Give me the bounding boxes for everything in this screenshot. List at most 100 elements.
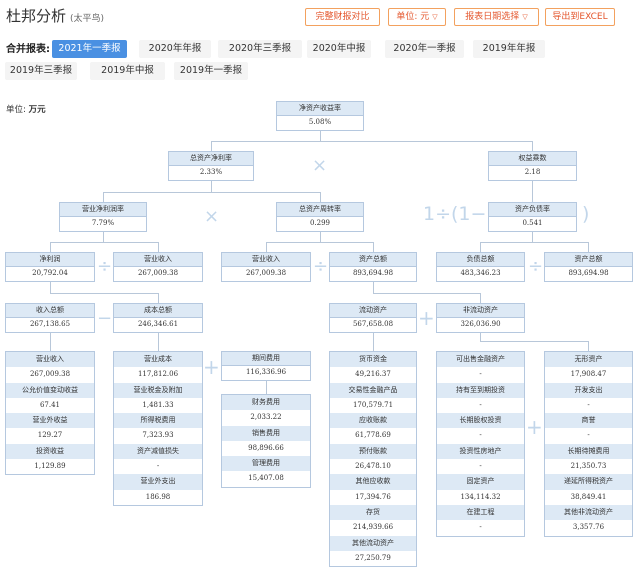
detail-value: -	[587, 431, 590, 440]
export-excel-button[interactable]: 导出到EXCEL	[545, 8, 615, 26]
formula-suffix-icon: )	[582, 203, 590, 225]
net-margin-box: 营业净利润率 7.79%	[59, 202, 147, 232]
detail-label: 其他非流动资产	[545, 504, 632, 521]
detail-label: 资产减值损失	[114, 443, 202, 460]
detail-value: 267,009.38	[29, 370, 71, 379]
detail-value: 7,323.93	[142, 431, 174, 440]
connector-line	[158, 293, 159, 303]
connector-line	[320, 192, 321, 202]
page-title: 杜邦分析 (太平鸟)	[6, 7, 105, 25]
connector-line	[50, 282, 51, 293]
detail-label: 固定资产	[437, 474, 524, 490]
debt-ratio-box: 资产负债率 0.541	[488, 202, 577, 232]
divide-operator-icon: ÷	[528, 256, 544, 277]
detail-label: 财务费用	[222, 395, 310, 411]
detail-label: 长期股权投资	[437, 413, 524, 429]
detail-label: 商誉	[545, 413, 632, 429]
period-expense-box: 期间费用 116,336.96	[221, 351, 311, 381]
connector-line	[211, 141, 533, 142]
connector-line	[480, 242, 481, 252]
period-tab[interactable]: 2019年一季报	[174, 62, 248, 80]
connector-line	[103, 232, 104, 242]
detail-label: 预付账款	[330, 443, 416, 460]
period-tab[interactable]: 2019年中报	[90, 62, 165, 80]
detail-value: 15,407.08	[248, 474, 284, 483]
roa-box: 总资产净利率 2.33%	[168, 151, 254, 181]
multiply-operator-icon: ×	[312, 155, 328, 176]
noncurrent-assets-box: 非流动资产 326,036.90	[436, 303, 525, 333]
detail-value: 117,812.06	[137, 370, 179, 379]
minus-operator-icon: −	[97, 308, 113, 329]
connector-line	[480, 242, 588, 243]
connector-line	[103, 192, 320, 193]
connector-line	[158, 242, 159, 252]
connector-line	[480, 341, 588, 342]
period-tab[interactable]: 2020年年报	[139, 40, 211, 58]
connector-line	[532, 181, 533, 202]
current-assets-detail-list: 货币资金 49,216.37 交易性金融产品 170,579.71 应收账款 61,778…	[329, 351, 417, 568]
chevron-down-icon: ▽	[522, 13, 528, 21]
net-profit-box: 净利润 20,792.04	[5, 252, 95, 282]
detail-value: -	[156, 462, 160, 471]
detail-label: 无形资产	[545, 352, 632, 368]
plus-operator-icon: +	[526, 415, 543, 439]
full-report-compare-button[interactable]: 完整财报对比	[305, 8, 380, 26]
current-assets-box: 流动资产 567,658.08	[329, 303, 417, 333]
period-tab[interactable]: 2020年一季报	[385, 40, 464, 58]
detail-value: 38,849.41	[570, 492, 607, 501]
detail-value: 170,579.71	[352, 400, 394, 409]
plus-operator-icon: +	[203, 355, 220, 379]
detail-value: 134,114.32	[460, 492, 501, 501]
connector-line	[373, 333, 374, 351]
divide-operator-icon: ÷	[97, 256, 113, 277]
report-date-select[interactable]: 报表日期选择 ▽	[454, 8, 539, 26]
detail-value: 98,896.66	[248, 443, 284, 452]
detail-label: 存货	[330, 504, 416, 521]
period-tab[interactable]: 2020年中报	[307, 40, 371, 58]
detail-value: 3,357.76	[572, 523, 605, 532]
detail-label: 投资收益	[6, 443, 94, 460]
chevron-down-icon: ▽	[432, 13, 438, 21]
detail-label: 递延所得税资产	[545, 474, 632, 490]
connector-line	[588, 341, 589, 351]
detail-value: 67.41	[39, 400, 61, 409]
connector-line	[480, 293, 481, 303]
connector-line	[211, 141, 212, 151]
detail-value: 27,250.79	[355, 553, 391, 562]
total-cost-box: 成本总额 246,346.61	[113, 303, 203, 333]
detail-value: -	[587, 400, 590, 409]
detail-label: 应收账款	[330, 413, 416, 429]
detail-label: 投资性房地产	[437, 443, 524, 460]
unit-select[interactable]: 单位: 元 ▽	[388, 8, 446, 26]
connector-line	[373, 242, 374, 252]
period-tab[interactable]: 2021年一季报	[52, 40, 127, 58]
detail-value: 186.98	[145, 492, 171, 501]
connector-line	[158, 333, 159, 351]
total-assets-box: 资产总额 893,694.98	[329, 252, 417, 282]
detail-value: 129.27	[37, 431, 63, 440]
detail-label: 开发支出	[545, 382, 632, 398]
divide-operator-icon: ÷	[313, 256, 329, 277]
period-tab[interactable]: 2020年三季报	[218, 40, 302, 58]
multiply-operator-icon: ×	[204, 206, 220, 227]
detail-label: 销售费用	[222, 425, 310, 441]
detail-label: 持有至到期投资	[437, 382, 524, 398]
report-type-label: 合并报表:	[6, 44, 50, 55]
detail-value: 2,033.22	[250, 413, 282, 422]
connector-line	[266, 381, 267, 394]
connector-line	[532, 232, 533, 242]
connector-line	[266, 242, 373, 243]
income-detail-list: 营业收入 267,009.38 公允价值变动收益 67.41 营业外收益 129.27 投资…	[5, 351, 95, 476]
noncurrent-assets-detail-list: 可出售金融资产 - 持有至到期投资 - 长期股权投资 - 投资性房地产 - 固定资产 134,11…	[436, 351, 525, 537]
detail-value: -	[479, 523, 482, 532]
connector-line	[50, 293, 158, 294]
period-tab[interactable]: 2019年三季报	[5, 62, 77, 80]
period-tab[interactable]: 2019年年报	[473, 40, 545, 58]
plus-operator-icon: +	[418, 306, 435, 330]
detail-label: 长期待摊费用	[545, 443, 632, 460]
detail-value: 1,129.89	[34, 462, 66, 471]
detail-label: 其他流动资产	[330, 535, 416, 551]
total-liabilities-box: 负债总额 483,346.23	[436, 252, 525, 282]
detail-label: 交易性金融产品	[330, 382, 416, 398]
connector-line	[532, 141, 533, 151]
